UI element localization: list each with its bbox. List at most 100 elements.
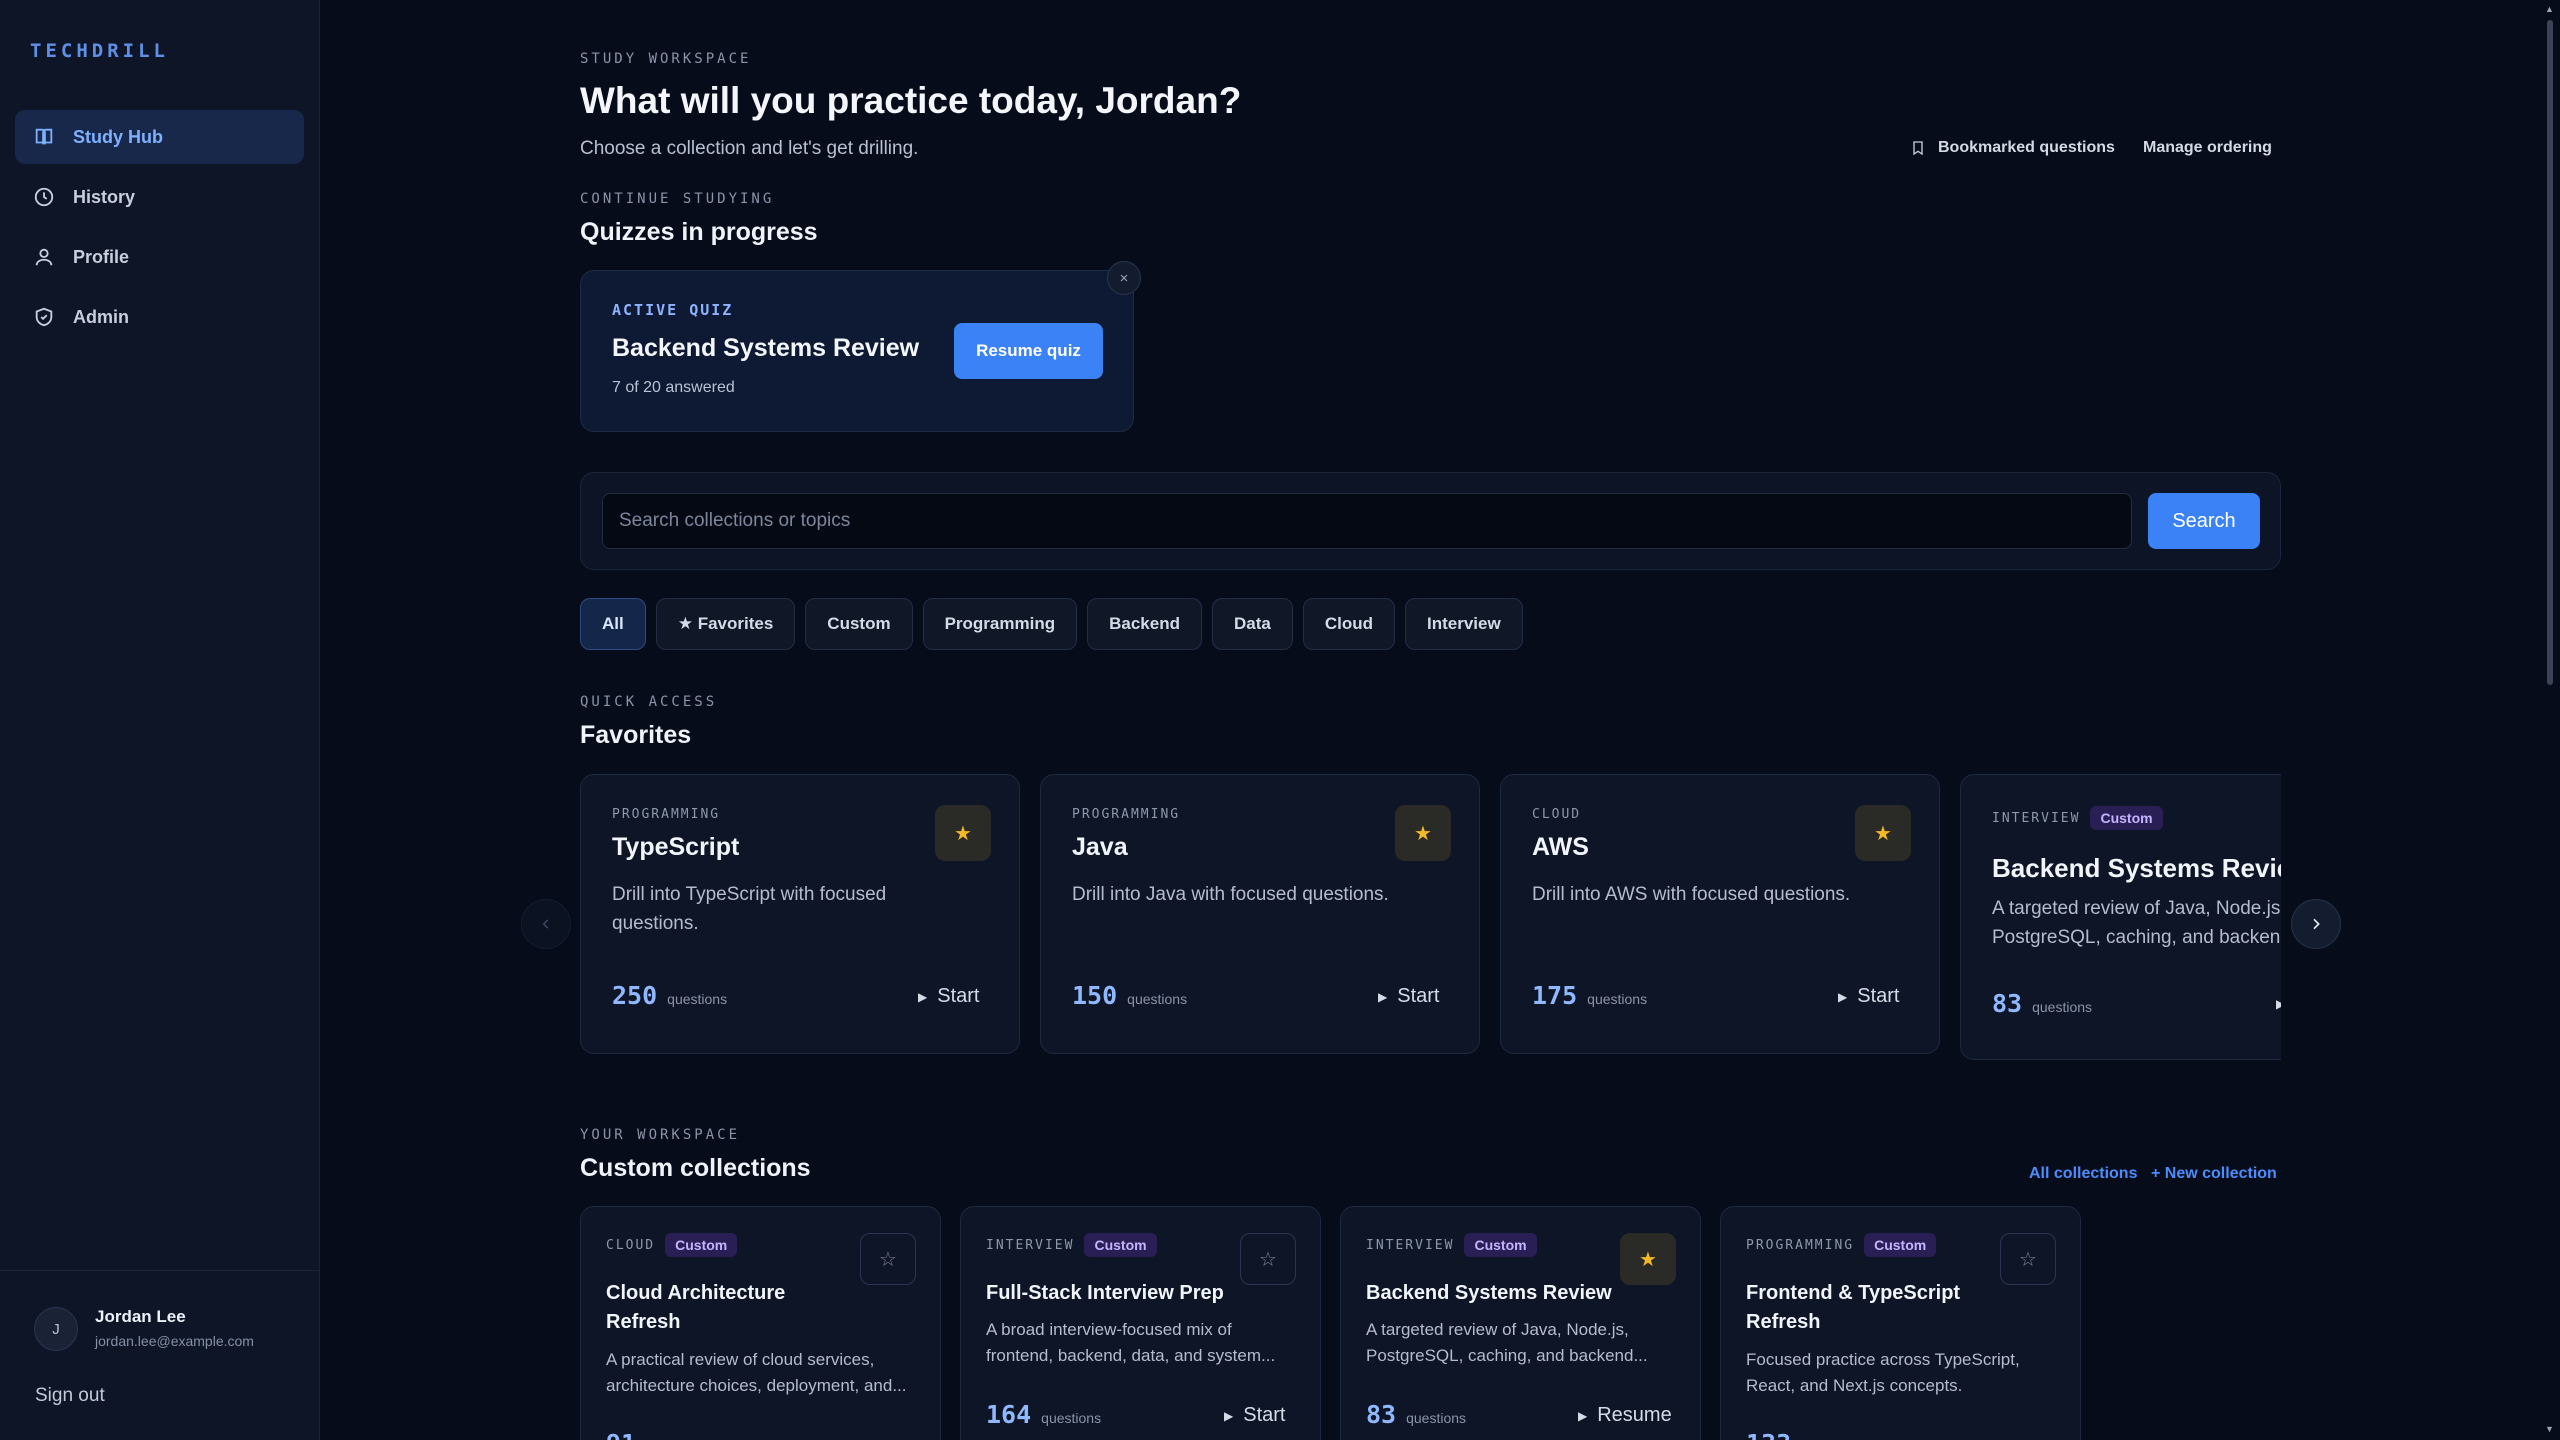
custom-badge: Custom (1864, 1233, 1937, 1257)
filter-chip-backend[interactable]: Backend (1087, 598, 1202, 650)
sidebar-item-profile[interactable]: Profile (15, 230, 304, 284)
start-label: Start (937, 985, 980, 1007)
card-description: A targeted review of Java, Node.js, Post… (1992, 898, 2281, 948)
shield-icon (35, 307, 53, 327)
star-icon[interactable]: ☆ (1240, 1233, 1296, 1285)
card-category: INTERVIEW (1992, 810, 2081, 826)
sidebar-item-label: History (73, 186, 136, 207)
question-count: 250 (612, 981, 658, 1010)
card-description: Drill into Java with focused questions. (1072, 884, 1389, 905)
question-count: 164 (986, 1400, 1032, 1429)
book-icon (35, 128, 53, 145)
play-icon: ▶ (1578, 1408, 1588, 1423)
play-icon: ▶ (1378, 989, 1388, 1004)
sidebar-item-history[interactable]: History (15, 170, 304, 224)
card-category: PROGRAMMING (612, 807, 721, 822)
filter-chip-cloud[interactable]: Cloud (1302, 598, 1395, 650)
card-title: Cloud Architecture Refresh (606, 1282, 786, 1333)
play-icon: ▶ (1838, 989, 1848, 1004)
sidebar-nav: Study Hub History Profile Admin (15, 110, 304, 350)
start-label: Start (1243, 1404, 1286, 1426)
page-scrollbar[interactable]: ▲ ▼ (2540, 0, 2560, 1440)
search-input[interactable] (602, 493, 2132, 549)
card-category: CLOUD (606, 1237, 656, 1253)
user-icon (35, 248, 53, 266)
filter-chip-data[interactable]: Data (1211, 598, 1293, 650)
favorites-eyebrow: QUICK ACCESS (580, 694, 718, 710)
filter-chip-custom[interactable]: Custom (805, 598, 913, 650)
play-icon: ▶ (2276, 997, 2281, 1011)
collection-card[interactable]: INTERVIEW Custom ☆ Full-Stack Interview … (960, 1206, 1321, 1440)
question-count: 83 (1992, 989, 2023, 1018)
filter-chip-programming[interactable]: Programming (922, 598, 1078, 650)
star-icon[interactable]: ★ (935, 805, 991, 861)
scrollbar-thumb[interactable] (2547, 20, 2553, 685)
question-count: 91 (606, 1429, 636, 1440)
card-title: Full-Stack Interview Prep (986, 1282, 1224, 1304)
card-description: Drill into TypeScript with focused quest… (612, 884, 887, 934)
filter-chip-all[interactable]: All (580, 598, 646, 650)
resume-quiz-button[interactable]: Resume quiz (954, 323, 1103, 379)
filter-chip-interview[interactable]: Interview (1405, 598, 1523, 650)
carousel-next-button[interactable] (2291, 899, 2341, 949)
resume-button[interactable]: ▶ Resume (1578, 1404, 1672, 1427)
question-count: 83 (1366, 1400, 1397, 1429)
card-description: A targeted review of Java, Node.js, Post… (1366, 1320, 1648, 1365)
start-label: Start (1857, 985, 1900, 1007)
sidebar-item-label: Admin (73, 306, 129, 327)
bookmark-icon (1913, 141, 1923, 156)
sidebar-item-label: Profile (73, 246, 130, 267)
favorite-card[interactable]: CLOUD AWS ★ Drill into AWS with focused … (1500, 774, 1940, 1054)
page-title: What will you practice today, Jordan? (580, 80, 1242, 121)
custom-badge: Custom (665, 1233, 738, 1257)
favorite-card[interactable]: INTERVIEW Custom Backend Systems Review … (1960, 774, 2281, 1060)
collection-card[interactable]: INTERVIEW Custom ★ Backend Systems Revie… (1340, 1206, 1701, 1440)
favorite-card[interactable]: PROGRAMMING Java ★ Drill into Java with … (1040, 774, 1480, 1054)
card-category: INTERVIEW (1366, 1237, 1455, 1253)
carousel-prev-button[interactable] (521, 899, 571, 949)
scroll-down-icon[interactable]: ▼ (2545, 1424, 2554, 1434)
sidebar-item-admin[interactable]: Admin (15, 290, 304, 344)
bookmarked-questions-link[interactable]: Bookmarked questions (1910, 139, 2115, 157)
card-category: PROGRAMMING (1746, 1237, 1855, 1253)
header-eyebrow: STUDY WORKSPACE (580, 51, 752, 67)
close-icon[interactable]: × (1107, 261, 1141, 295)
user-name: Jordan Lee (95, 1307, 186, 1326)
start-button[interactable]: ▶ Start (1838, 985, 1899, 1008)
card-category: PROGRAMMING (1072, 807, 1181, 822)
chevron-left-icon (542, 919, 549, 929)
collections-eyebrow: YOUR WORKSPACE (580, 1127, 741, 1143)
avatar[interactable]: J (34, 1307, 78, 1351)
manage-ordering-link[interactable]: Manage ordering (2143, 139, 2272, 157)
sidebar-item-study-hub[interactable]: Study Hub (15, 110, 304, 164)
card-title: Backend Systems Review (1992, 853, 2281, 883)
progress-title: Quizzes in progress (580, 218, 818, 246)
start-button[interactable]: ▶ (2276, 997, 2281, 1011)
star-icon[interactable]: ★ (1395, 805, 1451, 861)
collection-card[interactable]: PROGRAMMING Custom ☆ Frontend & TypeScri… (1720, 1206, 2081, 1440)
favorite-card[interactable]: PROGRAMMING TypeScript ★ Drill into Type… (580, 774, 1020, 1054)
start-button[interactable]: ▶ Start (918, 985, 979, 1008)
card-title: Backend Systems Review (1366, 1282, 1612, 1304)
star-icon[interactable]: ★ (1855, 805, 1911, 861)
start-button[interactable]: ▶ Start (1224, 1404, 1285, 1427)
star-icon[interactable]: ☆ (2000, 1233, 2056, 1285)
card-description: Drill into AWS with focused questions. (1532, 884, 1851, 905)
chevron-right-icon (2313, 918, 2320, 930)
star-icon[interactable]: ☆ (860, 1233, 916, 1285)
bookmarked-label: Bookmarked questions (1938, 139, 2115, 156)
question-count-label: questions (2032, 999, 2093, 1015)
new-collection-button[interactable]: + New collection (2151, 1165, 2277, 1183)
sign-out-button[interactable]: Sign out (35, 1385, 105, 1407)
question-count: 175 (1532, 981, 1578, 1010)
collection-card[interactable]: CLOUD Custom ☆ Cloud Architecture Refres… (580, 1206, 941, 1440)
question-count: 150 (1072, 981, 1118, 1010)
all-collections-link[interactable]: All collections (2029, 1165, 2137, 1183)
filter-chip-favorites[interactable]: ★ Favorites (655, 598, 796, 650)
play-icon: ▶ (1224, 1408, 1234, 1423)
user-panel: J Jordan Lee jordan.lee@example.com Sign… (0, 1270, 320, 1440)
search-button[interactable]: Search (2148, 493, 2260, 549)
star-icon[interactable]: ★ (1620, 1233, 1676, 1285)
start-button[interactable]: ▶ Start (1378, 985, 1439, 1008)
scroll-up-icon[interactable]: ▲ (2545, 4, 2554, 14)
